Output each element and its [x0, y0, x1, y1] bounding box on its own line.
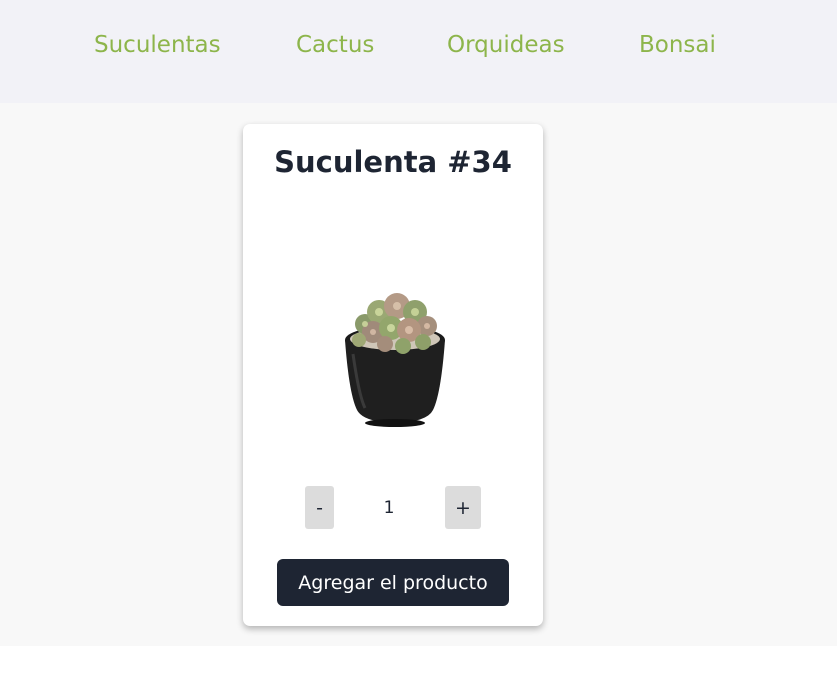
nav-link-bonsai[interactable]: Bonsai — [639, 30, 716, 60]
top-navigation: Suculentas Cactus Orquideas Bonsai — [0, 0, 837, 103]
product-card: Suculenta #34 - 1 + Agregar el producto — [243, 124, 543, 626]
product-image — [345, 293, 445, 427]
nav-link-orquideas[interactable]: Orquideas — [447, 30, 565, 60]
nav-link-suculentas[interactable]: Suculentas — [94, 30, 221, 60]
quantity-value: 1 — [383, 498, 395, 518]
nav-link-cactus[interactable]: Cactus — [296, 30, 374, 60]
quantity-increment-button[interactable]: + — [445, 486, 481, 529]
add-product-button[interactable]: Agregar el producto — [277, 559, 509, 606]
product-title: Suculenta #34 — [274, 145, 512, 179]
quantity-decrement-button[interactable]: - — [305, 486, 334, 529]
